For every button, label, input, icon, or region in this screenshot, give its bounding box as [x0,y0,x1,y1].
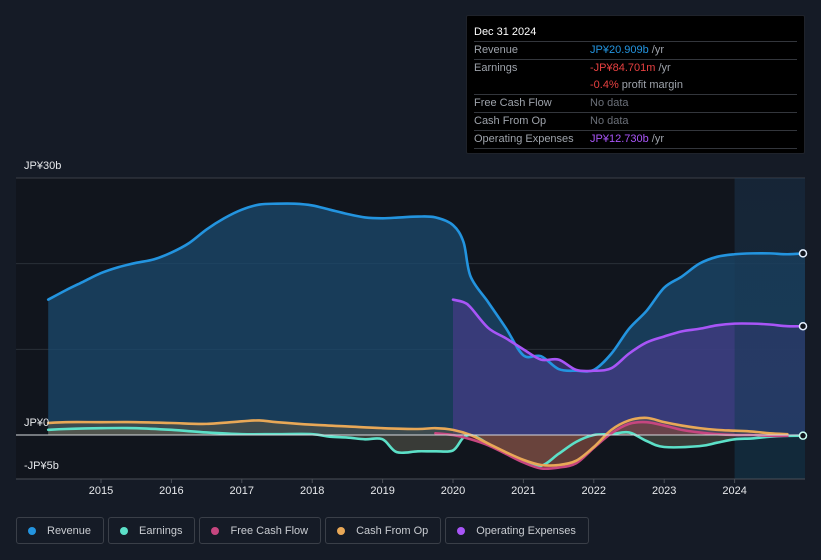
legend-label: Revenue [47,524,92,537]
tooltip-label: Operating Expenses [474,133,574,145]
legend-item-cash-from-op[interactable]: Cash From Op [325,517,442,544]
legend: Revenue Earnings Free Cash Flow Cash Fro… [16,517,589,544]
tooltip-row-earnings: Earnings -JP¥84.701m /yr [474,59,797,77]
x-tick-label: 2016 [159,485,184,497]
legend-dot-icon [457,526,466,535]
x-tick-label: 2020 [440,485,466,497]
tooltip-value: -JP¥84.701m [590,62,656,74]
x-tick-label: 2022 [581,485,607,497]
tooltip-label [474,77,590,94]
end-marker-operating-expenses [798,321,808,331]
tooltip-row-cash-from-op: Cash From Op No data [474,112,797,130]
tooltip-suffix: profit margin [618,79,683,91]
legend-item-free-cash-flow[interactable]: Free Cash Flow [199,517,322,544]
tooltip-label: Free Cash Flow [474,97,552,109]
x-tick-label: 2023 [651,485,677,497]
x-tick-label: 2015 [88,485,114,497]
x-tick-label: 2018 [299,485,325,497]
tooltip-row-revenue: Revenue JP¥20.909b /yr [474,41,797,59]
legend-label: Earnings [139,524,183,537]
legend-label: Free Cash Flow [230,524,309,537]
tooltip-value: JP¥12.730b [590,133,649,145]
legend-item-revenue[interactable]: Revenue [16,517,105,544]
legend-item-operating-expenses[interactable]: Operating Expenses [445,517,589,544]
end-marker-revenue [798,249,808,258]
x-tick-label: 2019 [370,485,395,497]
tooltip-suffix: /yr [648,44,664,56]
tooltip-label: Cash From Op [474,115,547,127]
tooltip-value: -0.4% [590,79,619,91]
x-tick-label: 2024 [722,485,747,497]
legend-dot-icon [120,526,129,535]
tooltip-date: Dec 31 2024 [474,26,537,38]
legend-label: Operating Expenses [476,524,576,537]
y-tick-label-bottom: -JP¥5b [24,460,59,472]
tooltip-row-operating-expenses: Operating Expenses JP¥12.730b /yr [474,130,797,148]
tooltip-panel: Dec 31 2024 Revenue JP¥20.909b /yr Earni… [466,15,805,154]
tooltip-value: No data [590,115,629,127]
tooltip-row-free-cash-flow: Free Cash Flow No data [474,94,797,112]
end-marker-earnings [798,431,808,440]
legend-label: Cash From Op [356,524,429,537]
tooltip-suffix: /yr [655,62,671,74]
tooltip-row-profit-margin: -0.4% profit margin [474,77,797,94]
x-tick-label: 2017 [229,485,255,497]
legend-dot-icon [337,526,346,535]
tooltip-divider [474,148,797,149]
y-tick-label-zero: JP¥0 [24,417,50,429]
legend-dot-icon [211,526,220,535]
tooltip-suffix: /yr [648,133,664,145]
legend-dot-icon [28,526,36,535]
tooltip-value: JP¥20.909b [590,44,649,56]
tooltip-value: No data [590,97,629,109]
x-tick-label: 2021 [511,485,536,497]
tooltip-label: Revenue [474,44,519,56]
legend-item-earnings[interactable]: Earnings [108,517,196,544]
tooltip-label: Earnings [474,62,518,74]
y-tick-label-top: JP¥30b [24,160,62,172]
